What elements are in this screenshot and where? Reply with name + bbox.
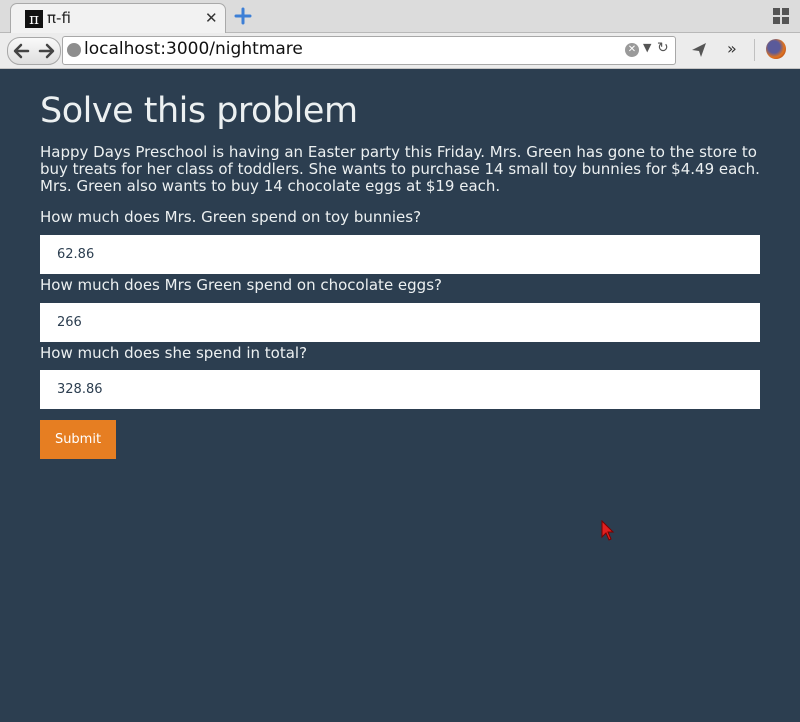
tab-groups-icon[interactable] [773, 8, 789, 24]
question-label-bunnies: How much does Mrs. Green spend on toy bu… [40, 208, 422, 226]
navigation-bar: localhost:3000/nightmare ✕ ▼ ↻ » [0, 33, 800, 69]
url-text[interactable]: localhost:3000/nightmare [84, 39, 303, 59]
page-title: Solve this problem [40, 91, 358, 131]
submit-button[interactable]: Submit [40, 420, 116, 459]
send-arrow-icon[interactable] [690, 41, 708, 59]
tab-close-icon[interactable]: ✕ [205, 9, 218, 27]
pi-favicon-icon: π [25, 10, 43, 28]
question-label-eggs: How much does Mrs Green spend on chocola… [40, 276, 442, 294]
mouse-pointer-icon [601, 520, 615, 541]
answer-input-eggs[interactable] [40, 303, 760, 342]
back-arrow-icon[interactable] [8, 38, 34, 64]
address-bar[interactable]: localhost:3000/nightmare ✕ ▼ ↻ [62, 36, 676, 65]
new-tab-icon[interactable] [234, 7, 252, 25]
question-label-total: How much does she spend in total? [40, 344, 308, 362]
problem-text: Happy Days Preschool is having an Easter… [40, 143, 760, 195]
reload-icon[interactable]: ↻ [657, 40, 669, 56]
page-content: Solve this problem Happy Days Preschool … [0, 69, 800, 722]
globe-icon [67, 43, 81, 57]
overflow-menu-icon[interactable]: » [727, 39, 737, 58]
chevron-down-icon[interactable]: ▼ [643, 41, 651, 54]
answer-input-bunnies[interactable] [40, 235, 760, 274]
browser-tab[interactable]: π π-fi ✕ [10, 3, 226, 33]
forward-arrow-icon[interactable] [35, 38, 60, 64]
tab-title: π-fi [47, 9, 71, 27]
clear-url-icon[interactable]: ✕ [625, 43, 639, 57]
tab-bar: π π-fi ✕ [0, 0, 800, 33]
back-forward-group [7, 37, 61, 65]
firefox-menu-icon[interactable] [766, 39, 786, 59]
answer-input-total[interactable] [40, 370, 760, 409]
toolbar-divider [754, 39, 755, 61]
